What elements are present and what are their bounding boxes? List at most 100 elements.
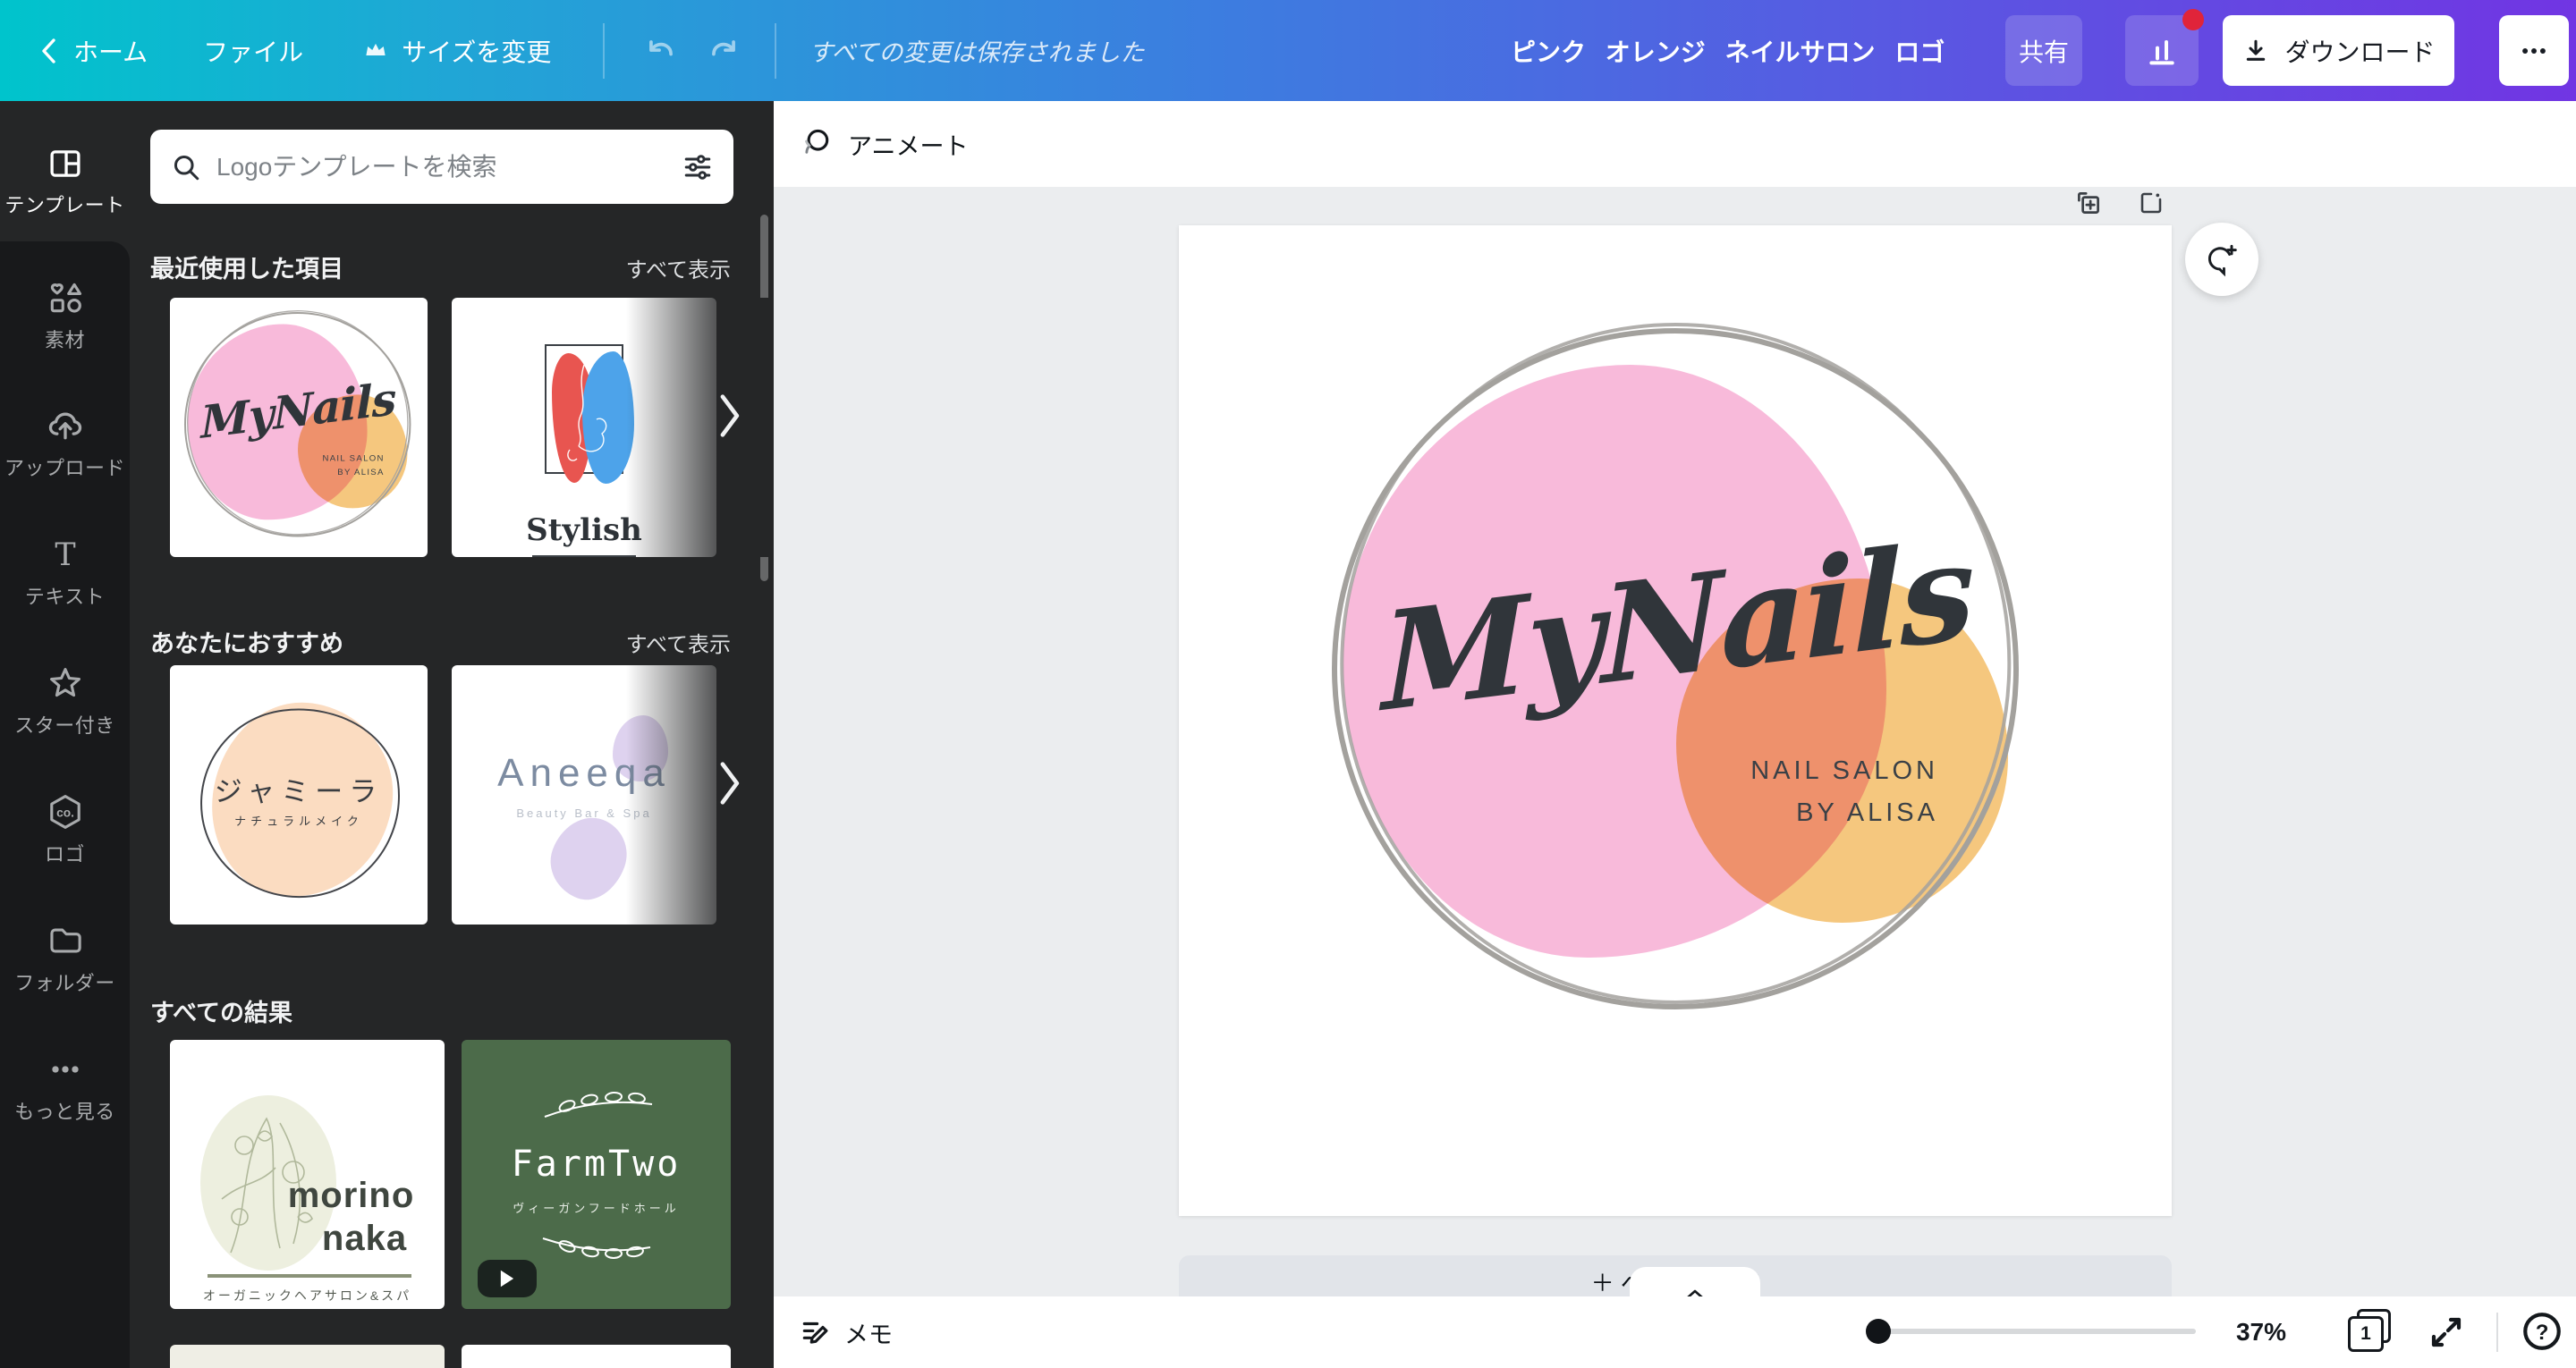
crown-icon: [362, 38, 389, 64]
carousel-next-icon[interactable]: [709, 387, 749, 444]
video-play-badge: [478, 1260, 537, 1297]
canvas-background[interactable]: MyNails NAIL SALON BY ALISA ＋ ページを追加: [774, 187, 2576, 1368]
sidebar-item-text[interactable]: T テキスト: [0, 519, 130, 626]
memo-label: メモ: [844, 1315, 893, 1350]
insights-button[interactable]: [2125, 15, 2199, 86]
undo-icon: [640, 31, 680, 71]
template-card-morinonaka[interactable]: morino naka オーガニックヘアサロン&スパ: [170, 1040, 445, 1309]
more-options-button[interactable]: [2499, 15, 2569, 86]
section-title-recommended: あなたにおすすめ: [150, 624, 343, 659]
template-card-jamila[interactable]: ジャミーラ ナチュラルメイク: [170, 665, 428, 925]
help-button[interactable]: ?: [2520, 1309, 2564, 1354]
morinonaka-tagline: オーガニックヘアサロン&スパ: [170, 1287, 445, 1305]
sidebar-item-starred[interactable]: スター付き: [0, 647, 130, 755]
resize-button[interactable]: サイズを変更: [362, 33, 551, 69]
page-count-value: 1: [2360, 1323, 2371, 1345]
memo-button[interactable]: メモ: [799, 1309, 893, 1355]
mynails-thumbnail: MyNails NAIL SALON BY ALISA: [182, 310, 413, 541]
stylish-divider: [532, 555, 636, 557]
share-button[interactable]: 共有: [2005, 15, 2082, 86]
sidebar-item-logos[interactable]: co. ロゴ: [0, 776, 130, 883]
resize-label: サイズを変更: [402, 33, 551, 69]
sidebar-item-elements[interactable]: 素材: [0, 262, 130, 369]
add-comment-button[interactable]: [2185, 223, 2258, 296]
template-card-stylish[interactable]: Stylish 毎日をおしゃれに: [452, 298, 716, 557]
sidebar-label: テキスト: [25, 581, 105, 610]
zoom-slider-thumb[interactable]: [1866, 1319, 1891, 1344]
back-chevron-icon: [38, 35, 61, 67]
template-card-mynails[interactable]: MyNails NAIL SALON BY ALISA: [170, 298, 428, 557]
duplicate-page-button[interactable]: [2069, 183, 2108, 223]
more-dots-icon: [46, 1050, 85, 1089]
logo-hexagon-icon: co.: [46, 792, 85, 832]
file-button[interactable]: ファイル: [203, 33, 303, 69]
animate-icon: [799, 126, 835, 162]
pages-button[interactable]: 1: [2346, 1309, 2396, 1355]
ellipsis-icon: [2519, 36, 2549, 66]
canva-editor: ホーム ファイル サイズを変更 すべての変更は保存されました ピンク オレンジ …: [0, 0, 2576, 1368]
sidebar-label: テンプレート: [4, 190, 124, 218]
add-page-button[interactable]: [2131, 183, 2171, 223]
sidebar-item-more[interactable]: もっと見る: [0, 1034, 130, 1141]
sidebar-label: フォルダー: [14, 967, 115, 996]
divider: [603, 23, 605, 79]
template-card-partial[interactable]: [170, 1345, 445, 1368]
search-icon: [170, 151, 202, 183]
panel-scrollbar[interactable]: [760, 215, 768, 581]
sidebar-item-templates[interactable]: テンプレート: [0, 128, 130, 235]
search-input[interactable]: [216, 153, 667, 182]
home-button[interactable]: ホーム: [38, 33, 148, 69]
duplicate-page-icon: [2073, 188, 2104, 218]
show-all-recommended[interactable]: すべて表示: [626, 627, 731, 658]
undo-button[interactable]: [640, 31, 680, 71]
template-card-partial[interactable]: [462, 1345, 731, 1368]
bottombar: メモ 37% 1 ?: [774, 1296, 2576, 1368]
logo-subtitle-line1: NAIL SALON: [322, 452, 384, 465]
folder-icon: [46, 921, 85, 960]
carousel-next-icon[interactable]: [709, 755, 749, 812]
sidebar-label: 素材: [45, 325, 85, 353]
template-card-farmtwo[interactable]: FarmTwo ヴィーガンフードホール: [462, 1040, 731, 1309]
fullscreen-button[interactable]: [2425, 1311, 2468, 1354]
stylish-name: Stylish: [452, 512, 716, 548]
filter-icon[interactable]: [682, 151, 714, 183]
farmtwo-branch-bottom: [538, 1229, 655, 1267]
memo-icon: [799, 1315, 833, 1349]
download-button[interactable]: ダウンロード: [2223, 15, 2454, 86]
animate-button[interactable]: アニメート: [799, 121, 968, 167]
template-card-aneeqa[interactable]: Aneeqa Beauty Bar & Spa: [452, 665, 716, 925]
play-icon: [499, 1270, 515, 1288]
share-label: 共有: [2019, 33, 2069, 69]
animate-label: アニメート: [848, 127, 968, 162]
show-all-recent[interactable]: すべて表示: [626, 252, 731, 283]
aneeqa-blob-bottom: [540, 807, 638, 909]
comment-plus-icon: [2202, 240, 2241, 279]
sidebar-label: アップロード: [4, 452, 125, 481]
topbar: ホーム ファイル サイズを変更 すべての変更は保存されました ピンク オレンジ …: [0, 0, 2576, 101]
morinonaka-name1: morino: [268, 1176, 434, 1216]
logo-subtitle: NAIL SALON BY ALISA: [322, 452, 384, 479]
download-label: ダウンロード: [2284, 33, 2435, 69]
morinonaka-divider: [208, 1274, 411, 1278]
divider: [2496, 1313, 2498, 1352]
zoom-slider[interactable]: [1869, 1329, 2196, 1334]
page-count: 1: [2348, 1316, 2384, 1352]
upload-icon: [46, 406, 85, 445]
farmtwo-name: FarmTwo: [462, 1144, 731, 1185]
sidebar-item-folders[interactable]: フォルダー: [0, 905, 130, 1012]
section-title-all-results: すべての結果: [150, 993, 292, 1028]
redo-button[interactable]: [705, 31, 744, 71]
svg-text:?: ?: [2536, 1321, 2549, 1345]
mynails-logo-design[interactable]: MyNails NAIL SALON BY ALISA: [1326, 323, 2024, 1020]
sidebar-item-uploads[interactable]: アップロード: [0, 390, 130, 497]
divider: [775, 23, 776, 79]
jamila-name: ジャミーラ: [170, 769, 428, 809]
svg-text:co.: co.: [56, 806, 74, 820]
home-label: ホーム: [73, 33, 148, 69]
design-title[interactable]: ピンク オレンジ ネイルサロン ロゴ: [1511, 33, 1945, 69]
design-artboard-page1[interactable]: MyNails NAIL SALON BY ALISA: [1179, 225, 2172, 1216]
star-icon: [46, 663, 85, 703]
redo-icon: [705, 31, 744, 71]
expand-icon: [2425, 1311, 2468, 1354]
add-page-icon: [2137, 189, 2165, 217]
